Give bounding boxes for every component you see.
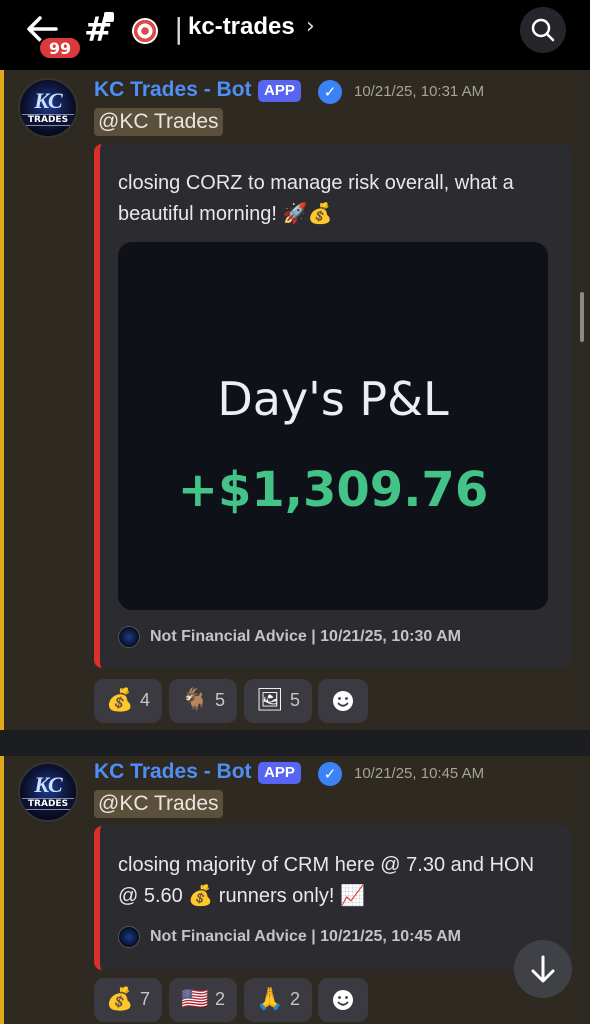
embed: closing majority of CRM here @ 7.30 and … bbox=[94, 826, 572, 970]
add-reaction-button[interactable] bbox=[318, 679, 368, 723]
avatar-logo-text: KC bbox=[34, 88, 62, 113]
unread-badge: 99 bbox=[38, 36, 82, 60]
message: KC TRADES KC Trades - Bot APP ✓ 10/21/25… bbox=[0, 70, 590, 730]
pnl-title: Day's P&L bbox=[217, 372, 449, 426]
smiley-add-icon bbox=[333, 691, 353, 711]
smiley-add-icon bbox=[333, 990, 353, 1010]
pnl-value: +$1,309.76 bbox=[177, 462, 489, 518]
reaction-us-flag[interactable]: 🇺🇸 2 bbox=[169, 978, 237, 1022]
embed-footer: Not Financial Advice | 10/21/25, 10:30 A… bbox=[150, 628, 461, 645]
chevron-right-icon[interactable]: › bbox=[306, 14, 315, 39]
money-bag-icon: 💰 bbox=[106, 688, 134, 713]
lock-icon bbox=[104, 12, 114, 22]
reactions-row: 💰 4 🐐 5 🖼 5 bbox=[94, 679, 374, 723]
verified-icon: ✓ bbox=[318, 762, 342, 786]
reaction-count: 5 bbox=[289, 690, 300, 710]
embed-image[interactable]: Day's P&L +$1,309.76 bbox=[118, 242, 548, 610]
channel-title[interactable]: kc-trades bbox=[188, 13, 295, 41]
app-tag: APP bbox=[258, 80, 301, 102]
footer-avatar-icon bbox=[118, 926, 140, 948]
reaction-goat[interactable]: 🐐 5 bbox=[169, 679, 237, 723]
add-reaction-button[interactable] bbox=[318, 978, 368, 1022]
avatar[interactable]: KC TRADES bbox=[18, 762, 78, 822]
footer-avatar-icon bbox=[118, 626, 140, 648]
separator: | bbox=[174, 12, 184, 45]
embed-footer: Not Financial Advice | 10/21/25, 10:45 A… bbox=[150, 928, 461, 945]
mention-highlight-bar bbox=[0, 756, 4, 1024]
scrollbar[interactable] bbox=[580, 292, 584, 342]
user-mention[interactable]: @KC Trades bbox=[94, 108, 223, 136]
avatar-logo-subtext: TRADES bbox=[22, 798, 74, 810]
app-tag: APP bbox=[258, 762, 301, 784]
timestamp: 10/21/25, 10:31 AM bbox=[354, 83, 485, 100]
jump-to-bottom-button[interactable] bbox=[514, 940, 572, 998]
embed-description: closing CORZ to manage risk overall, wha… bbox=[118, 172, 514, 225]
reaction-money-bag[interactable]: 💰 7 bbox=[94, 978, 162, 1022]
reaction-praying-hands[interactable]: 🙏 2 bbox=[244, 978, 312, 1022]
user-mention[interactable]: @KC Trades bbox=[94, 790, 223, 818]
search-icon bbox=[531, 18, 555, 42]
verified-icon: ✓ bbox=[318, 80, 342, 104]
timestamp: 10/21/25, 10:45 AM bbox=[354, 765, 485, 782]
author-name[interactable]: KC Trades - Bot bbox=[94, 78, 252, 102]
reaction-custom-image[interactable]: 🖼 5 bbox=[244, 679, 312, 723]
embed-description: closing majority of CRM here @ 7.30 and … bbox=[118, 854, 535, 907]
arrow-down-icon bbox=[531, 955, 555, 983]
goat-icon: 🐐 bbox=[181, 688, 209, 713]
money-bag-icon: 💰 bbox=[106, 987, 134, 1012]
reaction-count: 5 bbox=[214, 690, 225, 710]
custom-emoji-icon: 🖼 bbox=[256, 688, 284, 713]
author-name[interactable]: KC Trades - Bot bbox=[94, 760, 252, 784]
reaction-count: 2 bbox=[289, 989, 300, 1009]
target-icon bbox=[132, 18, 158, 44]
avatar-logo-text: KC bbox=[34, 772, 62, 797]
search-button[interactable] bbox=[520, 7, 566, 53]
message-separator bbox=[0, 730, 590, 756]
us-flag-icon: 🇺🇸 bbox=[181, 987, 209, 1012]
avatar-logo-subtext: TRADES bbox=[22, 114, 74, 126]
avatar[interactable]: KC TRADES bbox=[18, 78, 78, 138]
reaction-count: 4 bbox=[139, 690, 150, 710]
reaction-count: 7 bbox=[139, 989, 150, 1009]
reaction-count: 2 bbox=[214, 989, 225, 1009]
reactions-row: 💰 7 🇺🇸 2 🙏 2 bbox=[94, 978, 374, 1022]
reaction-money-bag[interactable]: 💰 4 bbox=[94, 679, 162, 723]
embed: closing CORZ to manage risk overall, wha… bbox=[94, 144, 572, 668]
message-feed[interactable]: KC TRADES KC Trades - Bot APP ✓ 10/21/25… bbox=[0, 70, 590, 1024]
mention-highlight-bar bbox=[0, 70, 4, 730]
message: KC TRADES KC Trades - Bot APP ✓ 10/21/25… bbox=[0, 756, 590, 1024]
top-bar: 99 # | kc-trades › bbox=[0, 0, 590, 70]
praying-hands-icon: 🙏 bbox=[256, 987, 284, 1012]
